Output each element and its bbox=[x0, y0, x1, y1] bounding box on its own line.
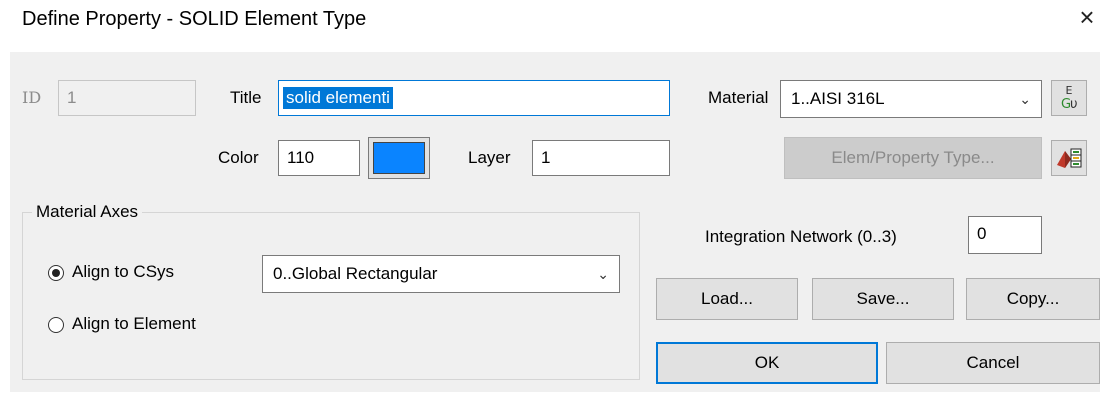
load-button[interactable]: Load... bbox=[656, 278, 798, 320]
dialog-title: Define Property - SOLID Element Type bbox=[22, 8, 367, 30]
cancel-button[interactable]: Cancel bbox=[886, 342, 1100, 384]
csys-select-value: 0..Global Rectangular bbox=[273, 264, 438, 283]
title-input-value: solid elementi bbox=[283, 87, 393, 109]
title-label: Title bbox=[230, 88, 262, 107]
chevron-down-icon: ⌄ bbox=[1019, 91, 1031, 107]
material-library-icon: E G υ bbox=[1061, 84, 1078, 112]
align-to-csys-radio[interactable]: Align to CSys bbox=[48, 262, 248, 286]
ok-button[interactable]: OK bbox=[656, 342, 878, 384]
material-select-value: 1..AISI 316L bbox=[791, 89, 885, 108]
radio-unchecked-icon bbox=[48, 317, 64, 333]
radio-checked-icon bbox=[48, 265, 64, 281]
save-button[interactable]: Save... bbox=[812, 278, 954, 320]
id-field: 1 bbox=[58, 80, 196, 116]
align-to-element-label: Align to Element bbox=[72, 314, 196, 333]
integration-network-label: Integration Network (0..3) bbox=[705, 227, 897, 246]
elem-property-type-button[interactable]: Elem/Property Type... bbox=[784, 137, 1042, 179]
material-label: Material bbox=[708, 88, 769, 107]
color-label: Color bbox=[218, 148, 259, 167]
csys-select[interactable]: 0..Global Rectangular ⌄ bbox=[262, 255, 620, 293]
title-input[interactable]: solid elementi bbox=[278, 80, 670, 116]
copy-button[interactable]: Copy... bbox=[966, 278, 1100, 320]
element-type-icon bbox=[1057, 148, 1082, 168]
chevron-down-icon: ⌄ bbox=[597, 266, 609, 282]
close-icon[interactable]: × bbox=[1072, 2, 1102, 32]
material-select[interactable]: 1..AISI 316L ⌄ bbox=[780, 80, 1042, 118]
material-axes-group bbox=[22, 212, 640, 380]
align-to-csys-label: Align to CSys bbox=[72, 262, 175, 281]
align-to-element-radio[interactable]: Align to Element bbox=[48, 314, 268, 338]
color-swatch bbox=[373, 142, 425, 174]
id-label: ID bbox=[22, 88, 42, 107]
layer-label: Layer bbox=[468, 148, 511, 167]
layer-input[interactable]: 1 bbox=[532, 140, 670, 176]
element-type-button[interactable] bbox=[1051, 140, 1087, 176]
integration-network-input[interactable]: 0 bbox=[968, 216, 1042, 254]
svg-text:υ: υ bbox=[1070, 97, 1078, 112]
color-input[interactable]: 110 bbox=[278, 140, 360, 176]
svg-text:E: E bbox=[1066, 84, 1073, 97]
material-library-button[interactable]: E G υ bbox=[1051, 80, 1087, 116]
color-swatch-button[interactable] bbox=[368, 137, 430, 179]
material-axes-label: Material Axes bbox=[32, 202, 143, 222]
